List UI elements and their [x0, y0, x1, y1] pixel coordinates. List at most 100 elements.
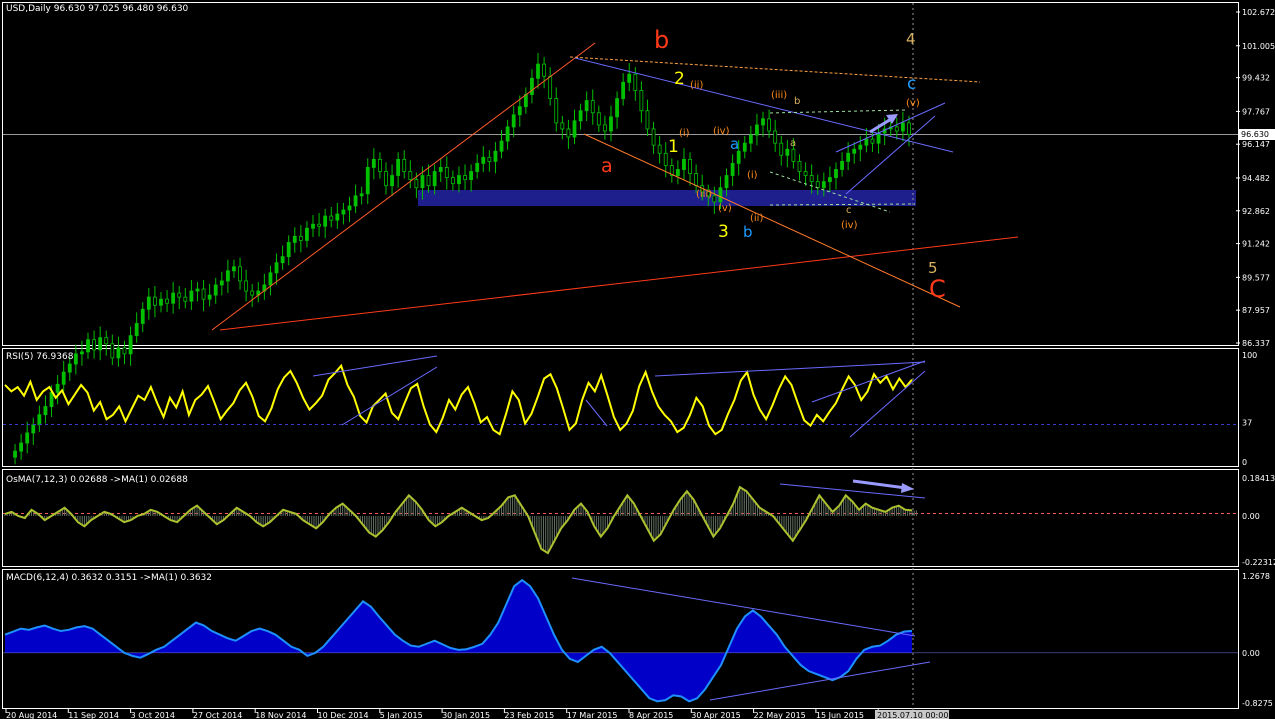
- time-tick-label: 11 Sep 2014: [68, 711, 119, 719]
- price-pane-title: USD,Daily 96.630 97.025 96.480 96.630: [6, 4, 189, 14]
- candle-body: [742, 142, 747, 152]
- wave-label: 1: [668, 137, 679, 157]
- candle-body: [171, 292, 176, 304]
- candle-body: [694, 173, 699, 187]
- rsi-tick-label: 37: [1242, 418, 1252, 427]
- candle-body: [104, 337, 109, 345]
- candle-body: [791, 148, 796, 162]
- candle-body: [195, 288, 200, 292]
- candle-body: [663, 152, 668, 166]
- candle-body: [305, 227, 309, 241]
- candle-body: [116, 347, 121, 359]
- candle-body: [347, 205, 352, 211]
- candle-body: [755, 124, 759, 136]
- candle-body: [639, 90, 644, 112]
- wave-label: (i): [679, 128, 690, 139]
- wave-label: (ii): [690, 80, 703, 91]
- rsi-pane-title: RSI(5) 76.9368: [6, 352, 74, 362]
- candle-body: [335, 213, 340, 221]
- candle-body: [86, 339, 90, 353]
- candle-body: [542, 63, 546, 77]
- candle-body: [438, 167, 443, 172]
- time-tick-label: 8 Apr 2015: [629, 711, 673, 719]
- candle-body: [317, 223, 321, 227]
- candle-body: [876, 132, 881, 144]
- time-tick-label: 15 Jun 2015: [816, 711, 864, 719]
- candle-body: [712, 195, 717, 203]
- wave-label: c: [846, 205, 852, 216]
- candle-body: [122, 347, 127, 355]
- candle-body: [250, 290, 255, 296]
- candle-body: [463, 175, 467, 181]
- wave-label: b: [794, 96, 800, 107]
- candle-body: [298, 235, 303, 241]
- osma-tick-label: 0.18413: [1242, 474, 1275, 483]
- macd-tick-label: -0.8275: [1242, 699, 1273, 708]
- wave-label: 4: [906, 30, 916, 48]
- candle-body: [37, 414, 42, 426]
- candle-body: [536, 63, 540, 79]
- candle-body: [353, 195, 358, 207]
- candle-body: [244, 280, 249, 292]
- candle-body: [31, 424, 36, 434]
- candle-body: [688, 158, 692, 174]
- candle-body: [572, 120, 577, 138]
- candle-body: [566, 128, 571, 138]
- wave-label: (iii): [696, 189, 712, 200]
- candle-body: [80, 351, 84, 355]
- candle-body: [675, 169, 680, 176]
- price-tick-label: 102.672: [1242, 8, 1275, 17]
- wave-label: 2: [674, 69, 685, 89]
- time-tick-label: 27 Oct 2014: [193, 711, 242, 719]
- macd-tick-label: 0.00: [1242, 649, 1260, 658]
- candle-body: [767, 118, 771, 132]
- candle-body: [828, 177, 832, 183]
- candle-body: [73, 353, 78, 365]
- candle-body: [153, 296, 157, 306]
- candle-body: [426, 175, 431, 187]
- time-tick-label: 2015.07.10 00:00: [877, 711, 948, 719]
- candle-body: [858, 144, 863, 150]
- candle-body: [517, 106, 522, 116]
- price-tick-label: 94.482: [1242, 174, 1270, 183]
- candle-body: [560, 122, 565, 130]
- osma-pane-title: OsMA(7,12,3) 0.02688 ->MA(1) 0.02688: [6, 475, 188, 485]
- candle-body: [213, 284, 218, 296]
- candle-body: [286, 242, 291, 258]
- candle-body: [159, 298, 163, 306]
- current-price-label: 96.630: [1241, 130, 1269, 139]
- candle-body: [19, 442, 24, 452]
- wave-label: a: [601, 155, 613, 177]
- trading-chart[interactable]: b a C 2 1 3 4 5 a b c (ii) (i) (iv) (iii…: [0, 0, 1275, 719]
- candle-body: [815, 181, 820, 189]
- price-tick-label: 91.242: [1242, 240, 1270, 249]
- candle-body: [274, 262, 279, 274]
- candle-body: [523, 94, 528, 108]
- candle-body: [548, 75, 553, 99]
- wave-label: 3: [718, 222, 729, 242]
- candle-body: [140, 308, 145, 324]
- candle-body: [323, 215, 328, 227]
- candle-body: [444, 167, 449, 178]
- rsi-tick-label: 0: [1242, 458, 1247, 467]
- candle-body: [846, 152, 851, 162]
- candle-body: [55, 383, 60, 393]
- support-zone[interactable]: [418, 190, 916, 206]
- price-tick-label: 86.337: [1242, 339, 1270, 348]
- candle-body: [207, 294, 212, 300]
- wave-label: (ii): [750, 213, 763, 224]
- candle-body: [219, 280, 224, 286]
- candle-body: [621, 81, 626, 99]
- candle-body: [177, 292, 182, 298]
- price-tick-label: 89.577: [1242, 273, 1270, 282]
- wave-label: (v): [906, 98, 920, 109]
- candle-body: [609, 116, 613, 132]
- time-tick-label: 18 Nov 2014: [255, 711, 306, 719]
- candle-body: [128, 335, 133, 355]
- candle-body: [341, 209, 346, 215]
- candle-body: [390, 175, 394, 187]
- candle-body: [578, 110, 583, 122]
- time-tick-label: 3 Oct 2014: [131, 711, 175, 719]
- candle-body: [432, 171, 437, 187]
- candle-body: [481, 156, 486, 164]
